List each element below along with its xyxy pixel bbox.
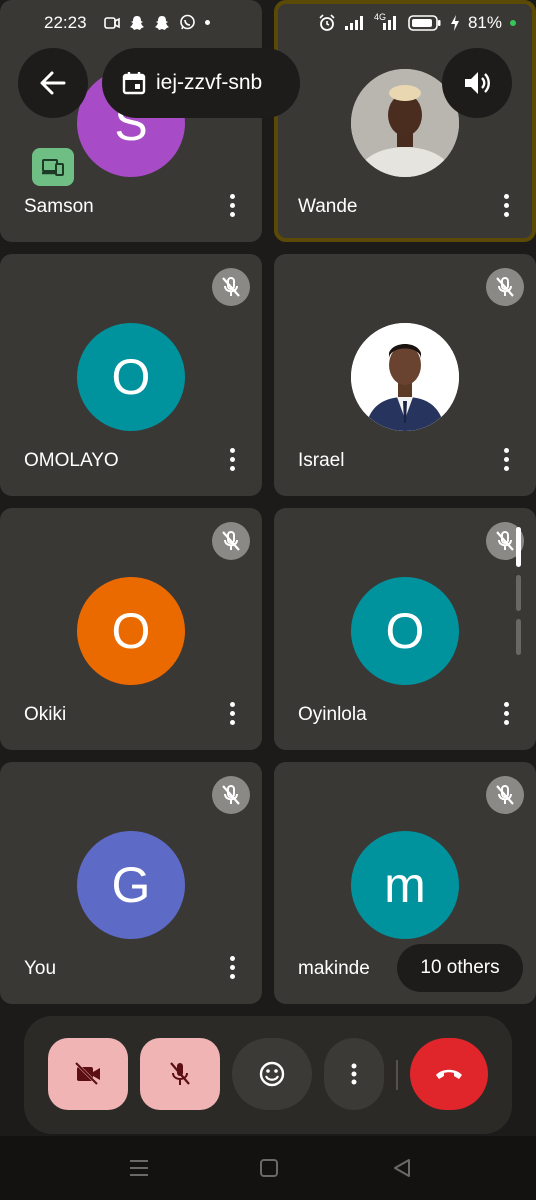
status-right: 4G 81% bbox=[318, 12, 516, 33]
camera-off-icon bbox=[75, 1062, 100, 1086]
mic-off-icon bbox=[496, 785, 514, 805]
avatar: O bbox=[77, 577, 185, 685]
alarm-icon bbox=[319, 14, 335, 31]
more-options-button[interactable] bbox=[228, 956, 236, 982]
signal-4g-icon: 4G bbox=[374, 12, 400, 31]
more-options-button[interactable] bbox=[228, 702, 236, 728]
camera-toggle-button[interactable] bbox=[48, 1038, 128, 1110]
call-controls bbox=[24, 1016, 512, 1134]
muted-indicator bbox=[212, 522, 250, 560]
muted-indicator bbox=[486, 268, 524, 306]
reactions-button[interactable] bbox=[232, 1038, 312, 1110]
avatar-initial: O bbox=[385, 603, 425, 659]
whatsapp-icon bbox=[180, 14, 195, 30]
more-vertical-icon bbox=[229, 702, 235, 707]
status-bar: 22:23 4G 81% bbox=[0, 0, 536, 48]
more-options-button[interactable] bbox=[502, 448, 510, 474]
more-options-button[interactable] bbox=[228, 448, 236, 474]
avatar: O bbox=[351, 577, 459, 685]
participant-name: Wande bbox=[298, 196, 358, 217]
arrow-left-icon bbox=[40, 71, 66, 95]
snapchat-icon bbox=[155, 15, 169, 30]
scrollbar[interactable] bbox=[516, 527, 522, 655]
menu-icon[interactable] bbox=[128, 1158, 150, 1178]
participant-tile[interactable]: O OMOLAYO bbox=[0, 254, 262, 496]
avatar-photo bbox=[351, 323, 459, 431]
participant-tile-self[interactable]: G You bbox=[0, 762, 262, 1004]
battery-icon bbox=[408, 15, 441, 31]
system-nav-bar bbox=[0, 1136, 536, 1200]
status-time: 22:23 bbox=[44, 13, 87, 32]
controls-divider bbox=[396, 1060, 398, 1090]
calendar-icon bbox=[122, 72, 146, 95]
muted-indicator bbox=[486, 776, 524, 814]
signal-icon bbox=[344, 16, 363, 30]
hang-up-button[interactable] bbox=[410, 1038, 488, 1110]
avatar-initial: O bbox=[111, 603, 151, 659]
participant-name: Samson bbox=[24, 196, 94, 217]
mic-toggle-button[interactable] bbox=[140, 1038, 220, 1110]
back-button[interactable] bbox=[18, 48, 88, 118]
participant-name: OMOLAYO bbox=[24, 450, 119, 471]
participant-tile[interactable]: O Okiki bbox=[0, 508, 262, 750]
more-vertical-icon bbox=[503, 448, 509, 453]
avatar-initial: G bbox=[111, 857, 151, 913]
hang-up-icon bbox=[436, 1069, 462, 1079]
more-options-button[interactable] bbox=[324, 1038, 384, 1110]
participant-tile[interactable]: O Oyinlola bbox=[274, 508, 536, 750]
status-left-icons bbox=[104, 14, 210, 31]
participant-name: makinde bbox=[298, 958, 370, 979]
avatar-initial: O bbox=[111, 349, 151, 405]
others-button[interactable]: 10 others bbox=[397, 944, 523, 992]
more-vertical-icon bbox=[351, 1063, 357, 1085]
devices-icon bbox=[42, 159, 64, 176]
participant-name: Israel bbox=[298, 450, 345, 471]
meeting-info-pill[interactable]: iej-zzvf-snb bbox=[102, 48, 300, 118]
emoji-icon bbox=[259, 1061, 285, 1087]
muted-indicator bbox=[212, 268, 250, 306]
more-options-button[interactable] bbox=[228, 194, 236, 220]
mic-off-icon bbox=[222, 785, 240, 805]
avatar: G bbox=[77, 831, 185, 939]
mic-off-icon bbox=[496, 531, 514, 551]
meeting-code: iej-zzvf-snb bbox=[156, 71, 263, 94]
dot-icon bbox=[205, 20, 210, 25]
more-vertical-icon bbox=[503, 702, 509, 707]
video-icon bbox=[104, 16, 120, 29]
casting-badge bbox=[32, 148, 74, 186]
participant-name: Okiki bbox=[24, 704, 67, 725]
audio-output-button[interactable] bbox=[442, 48, 512, 118]
speaker-icon bbox=[465, 72, 490, 94]
battery-percent: 81% bbox=[467, 13, 502, 32]
more-vertical-icon bbox=[229, 448, 235, 453]
mic-off-icon bbox=[170, 1062, 190, 1085]
more-options-button[interactable] bbox=[502, 194, 510, 220]
participant-name: Oyinlola bbox=[298, 704, 367, 725]
avatar-initial: m bbox=[384, 857, 426, 913]
charging-icon bbox=[450, 15, 459, 31]
profile-photo bbox=[351, 323, 459, 431]
avatar: m bbox=[351, 831, 459, 939]
mic-off-icon bbox=[222, 531, 240, 551]
mic-off-icon bbox=[222, 277, 240, 297]
more-vertical-icon bbox=[229, 956, 235, 961]
more-vertical-icon bbox=[229, 194, 235, 199]
back-icon[interactable] bbox=[392, 1158, 412, 1178]
participant-name: You bbox=[24, 958, 57, 979]
home-icon[interactable] bbox=[259, 1158, 279, 1178]
more-options-button[interactable] bbox=[502, 702, 510, 728]
participant-tile[interactable]: Israel bbox=[274, 254, 536, 496]
mic-off-icon bbox=[496, 277, 514, 297]
snapchat-icon bbox=[130, 15, 144, 30]
avatar: O bbox=[77, 323, 185, 431]
green-dot-icon bbox=[510, 20, 516, 26]
muted-indicator bbox=[212, 776, 250, 814]
more-vertical-icon bbox=[503, 194, 509, 199]
